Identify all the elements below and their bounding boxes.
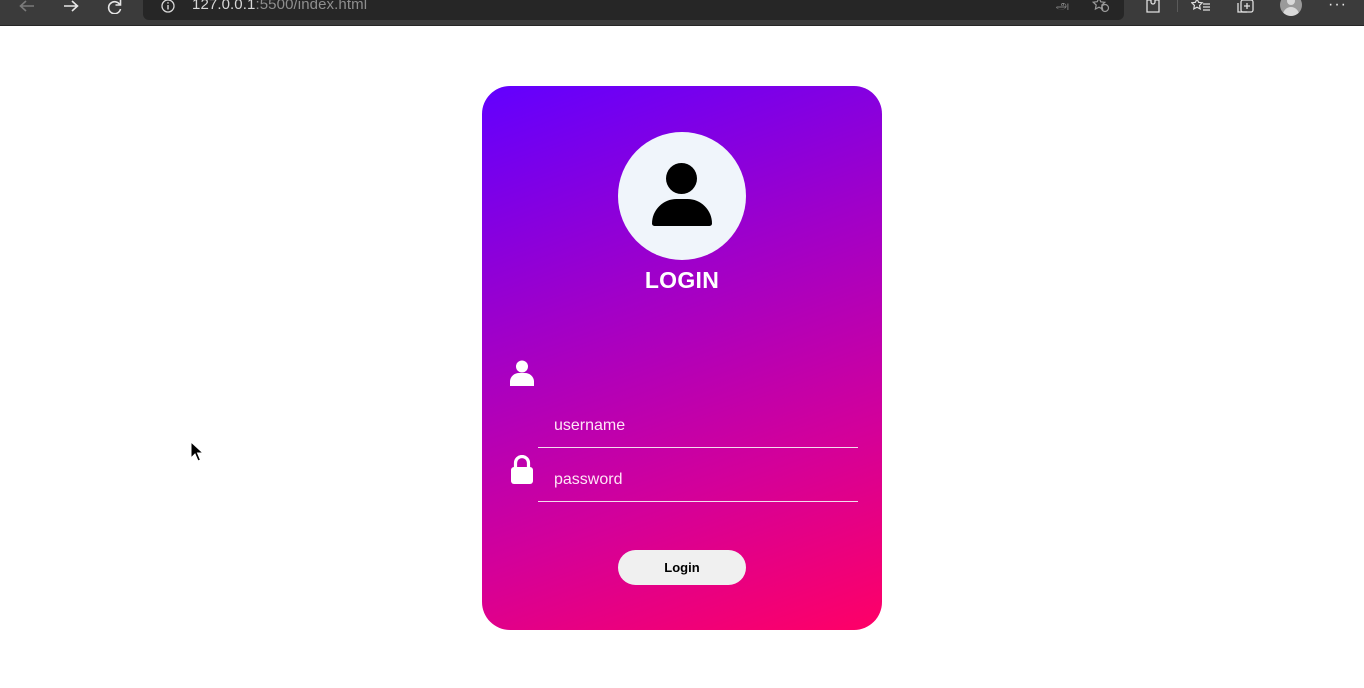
avatar-head [666,163,697,194]
login-title: LOGIN [644,267,720,293]
profile-icon-body [1283,7,1299,16]
forward-icon [64,0,79,12]
mouse-cursor-icon [190,441,204,462]
avatar-body [652,199,712,226]
lock-icon [511,455,533,484]
profile-button[interactable] [1280,0,1302,16]
profile-icon-head [1287,0,1295,5]
extensions-icon[interactable] [1143,0,1161,14]
toolbar-separator [1177,0,1178,12]
login-button[interactable]: Login [618,550,746,585]
favorites-icon[interactable] [1191,0,1211,14]
username-input[interactable] [538,404,858,448]
password-input[interactable] [538,458,858,502]
avatar [618,132,746,260]
info-icon[interactable] [161,0,175,13]
url-host: 127.0.0.1 [192,0,256,13]
address-bar[interactable]: 127.0.0.1:5500/index.html அ [143,0,1124,20]
url-path: :5500/index.html [255,0,368,13]
back-icon [19,0,34,12]
read-aloud-icon[interactable]: அ [1056,0,1069,14]
login-card: LOGIN Login [482,86,882,630]
favorites-add-icon[interactable] [1092,0,1110,13]
forward-button[interactable] [57,0,85,14]
user-icon [510,360,534,386]
back-button[interactable] [13,0,41,14]
collections-icon[interactable] [1236,0,1256,14]
url-text[interactable]: 127.0.0.1:5500/index.html [192,0,367,13]
more-icon[interactable]: ··· [1328,0,1347,14]
browser-toolbar: 127.0.0.1:5500/index.html அ ··· [0,0,1364,26]
refresh-button[interactable] [101,0,129,14]
refresh-icon [107,0,122,14]
